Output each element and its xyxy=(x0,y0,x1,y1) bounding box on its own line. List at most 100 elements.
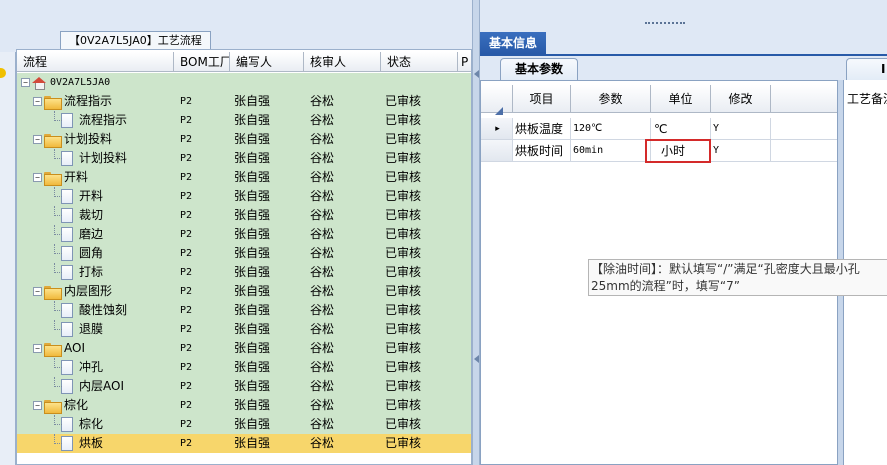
tree-node-label: 退膜 xyxy=(79,322,104,336)
bom-cell: P2 xyxy=(180,134,193,145)
tree-node[interactable]: − 计划投料 xyxy=(21,130,171,149)
collapse-icon[interactable]: − xyxy=(21,78,30,87)
grid-body: −0V2A7L5JA0− 流程指示 P2 张自强 谷松 已审核 流程指示 P2 张自强 谷松 已审核… xyxy=(17,73,471,464)
param-item: 烘板温度 xyxy=(513,118,571,140)
table-row[interactable]: 冲孔 P2 张自强 谷松 已审核 xyxy=(17,358,471,377)
tree-node[interactable]: − 内层图形 xyxy=(21,282,171,301)
status-cell: 已审核 xyxy=(385,170,422,184)
column-header-status[interactable]: 状态 xyxy=(381,52,458,72)
top-splitter[interactable] xyxy=(480,22,887,32)
table-row[interactable]: 流程指示 P2 张自强 谷松 已审核 xyxy=(17,111,471,130)
collapse-icon[interactable]: − xyxy=(33,135,42,144)
table-row[interactable]: 计划投料 P2 张自强 谷松 已审核 xyxy=(17,149,471,168)
collapse-icon[interactable]: − xyxy=(33,401,42,410)
table-row[interactable]: 打标 P2 张自强 谷松 已审核 xyxy=(17,263,471,282)
table-row[interactable]: 磨边 P2 张自强 谷松 已审核 xyxy=(17,225,471,244)
table-row[interactable]: − 内层图形 P2 张自强 谷松 已审核 xyxy=(17,282,471,301)
column-header-writer[interactable]: 编写人 xyxy=(230,52,304,72)
tree-node[interactable]: − AOI xyxy=(21,339,171,358)
tree-node[interactable]: 棕化 xyxy=(21,415,171,434)
tree-node-label: 酸性蚀刻 xyxy=(79,303,128,317)
param-modify[interactable]: Y xyxy=(711,118,771,140)
tree-node[interactable]: 冲孔 xyxy=(21,358,171,377)
table-row[interactable]: 酸性蚀刻 P2 张自强 谷松 已审核 xyxy=(17,301,471,320)
tab-basic-info[interactable]: 基本信息 xyxy=(480,32,546,54)
tree-node[interactable]: 磨边 xyxy=(21,225,171,244)
tree-node[interactable]: − 0V2A7L5JA0 xyxy=(21,73,171,92)
table-row[interactable]: − 棕化 P2 张自强 谷松 已审核 xyxy=(17,396,471,415)
table-row[interactable]: 棕化 P2 张自强 谷松 已审核 xyxy=(17,415,471,434)
status-cell: 已审核 xyxy=(385,227,422,241)
tree-node[interactable]: 酸性蚀刻 xyxy=(21,301,171,320)
table-row[interactable]: − AOI P2 张自强 谷松 已审核 xyxy=(17,339,471,358)
bom-cell: P2 xyxy=(180,210,193,221)
column-header-reviewer[interactable]: 核审人 xyxy=(304,52,381,72)
param-row[interactable]: ▸ 烘板温度 120℃ ℃ Y xyxy=(481,118,839,140)
param-modify[interactable]: Y xyxy=(711,140,771,162)
tree-node-label: 开料 xyxy=(79,189,104,203)
param-header-value[interactable]: 参数 xyxy=(571,85,651,113)
reviewer-cell: 谷松 xyxy=(310,398,335,412)
table-row[interactable]: − 开料 P2 张自强 谷松 已审核 xyxy=(17,168,471,187)
status-cell: 已审核 xyxy=(385,94,422,108)
tree-node[interactable]: 裁切 xyxy=(21,206,171,225)
tree-node[interactable]: 计划投料 xyxy=(21,149,171,168)
tree-root-row[interactable]: − 0V2A7L5JA0 xyxy=(17,73,471,92)
tree-node[interactable]: 开料 xyxy=(21,187,171,206)
table-row[interactable]: 退膜 P2 张自强 谷松 已审核 xyxy=(17,320,471,339)
current-row-indicator-icon: ▸ xyxy=(481,118,513,140)
collapse-icon[interactable]: − xyxy=(33,287,42,296)
collapse-icon[interactable]: − xyxy=(33,344,42,353)
reviewer-cell: 谷松 xyxy=(310,189,335,203)
column-header-bom[interactable]: BOM工厂 xyxy=(174,52,230,72)
tree-connector xyxy=(49,301,62,320)
tab-process-notes[interactable]: I xyxy=(846,58,887,80)
param-header-unit[interactable]: 单位 xyxy=(651,85,711,113)
tab-basic-params[interactable]: 基本参数 xyxy=(500,58,578,80)
tree-node[interactable]: 烘板 xyxy=(21,434,171,453)
param-value[interactable]: 60min xyxy=(571,140,651,162)
left-collapsed-strip[interactable] xyxy=(0,52,16,465)
collapse-icon[interactable]: − xyxy=(33,97,42,106)
process-tree-grid: 流程 BOM工厂 编写人 核审人 状态 P −0V2A7L5JA0− 流程指示 P2… xyxy=(16,49,472,465)
status-cell: 已审核 xyxy=(385,151,422,165)
table-row[interactable]: − 流程指示 P2 张自强 谷松 已审核 xyxy=(17,92,471,111)
splitter-arrow-icon xyxy=(474,70,479,78)
writer-cell: 张自强 xyxy=(234,170,271,184)
column-header-p[interactable]: P xyxy=(458,52,471,72)
table-row[interactable]: 裁切 P2 张自强 谷松 已审核 xyxy=(17,206,471,225)
param-unit[interactable]: ℃ xyxy=(651,118,711,140)
tree-node[interactable]: 打标 xyxy=(21,263,171,282)
table-row[interactable]: 开料 P2 张自强 谷松 已审核 xyxy=(17,187,471,206)
table-row[interactable]: 烘板 P2 张自强 谷松 已审核 xyxy=(17,434,471,453)
collapse-icon[interactable]: − xyxy=(33,173,42,182)
field-tooltip: 【除油时间】：默认填写“/”满足“孔密度大且最小孔 25mm的流程”时，填写“7… xyxy=(588,259,887,296)
table-row[interactable]: 内层AOI P2 张自强 谷松 已审核 xyxy=(17,377,471,396)
param-value[interactable]: 120℃ xyxy=(571,118,651,140)
status-cell: 已审核 xyxy=(385,398,422,412)
tab-process-flow[interactable]: 【0V2A7L5JA0】工艺流程 xyxy=(60,31,211,49)
tree-node[interactable]: − 棕化 xyxy=(21,396,171,415)
status-cell: 已审核 xyxy=(385,341,422,355)
status-cell: 已审核 xyxy=(385,417,422,431)
bom-cell: P2 xyxy=(180,153,193,164)
panel-splitter[interactable] xyxy=(472,0,480,465)
tree-node[interactable]: 内层AOI xyxy=(21,377,171,396)
bom-cell: P2 xyxy=(180,115,193,126)
table-row[interactable]: 圆角 P2 张自强 谷松 已审核 xyxy=(17,244,471,263)
param-header-modify[interactable]: 修改 xyxy=(711,85,771,113)
tree-node[interactable]: 圆角 xyxy=(21,244,171,263)
column-header-flow[interactable]: 流程 xyxy=(17,52,174,72)
tree-connector xyxy=(49,320,62,339)
reviewer-cell: 谷松 xyxy=(310,94,335,108)
writer-cell: 张自强 xyxy=(234,284,271,298)
param-header-item[interactable]: 项目 xyxy=(513,85,571,113)
tree-connector xyxy=(49,111,62,130)
tree-node[interactable]: 退膜 xyxy=(21,320,171,339)
reviewer-cell: 谷松 xyxy=(310,417,335,431)
tree-node[interactable]: − 开料 xyxy=(21,168,171,187)
tree-node[interactable]: 流程指示 xyxy=(21,111,171,130)
table-row[interactable]: − 计划投料 P2 张自强 谷松 已审核 xyxy=(17,130,471,149)
tree-node[interactable]: − 流程指示 xyxy=(21,92,171,111)
bom-cell: P2 xyxy=(180,267,193,278)
